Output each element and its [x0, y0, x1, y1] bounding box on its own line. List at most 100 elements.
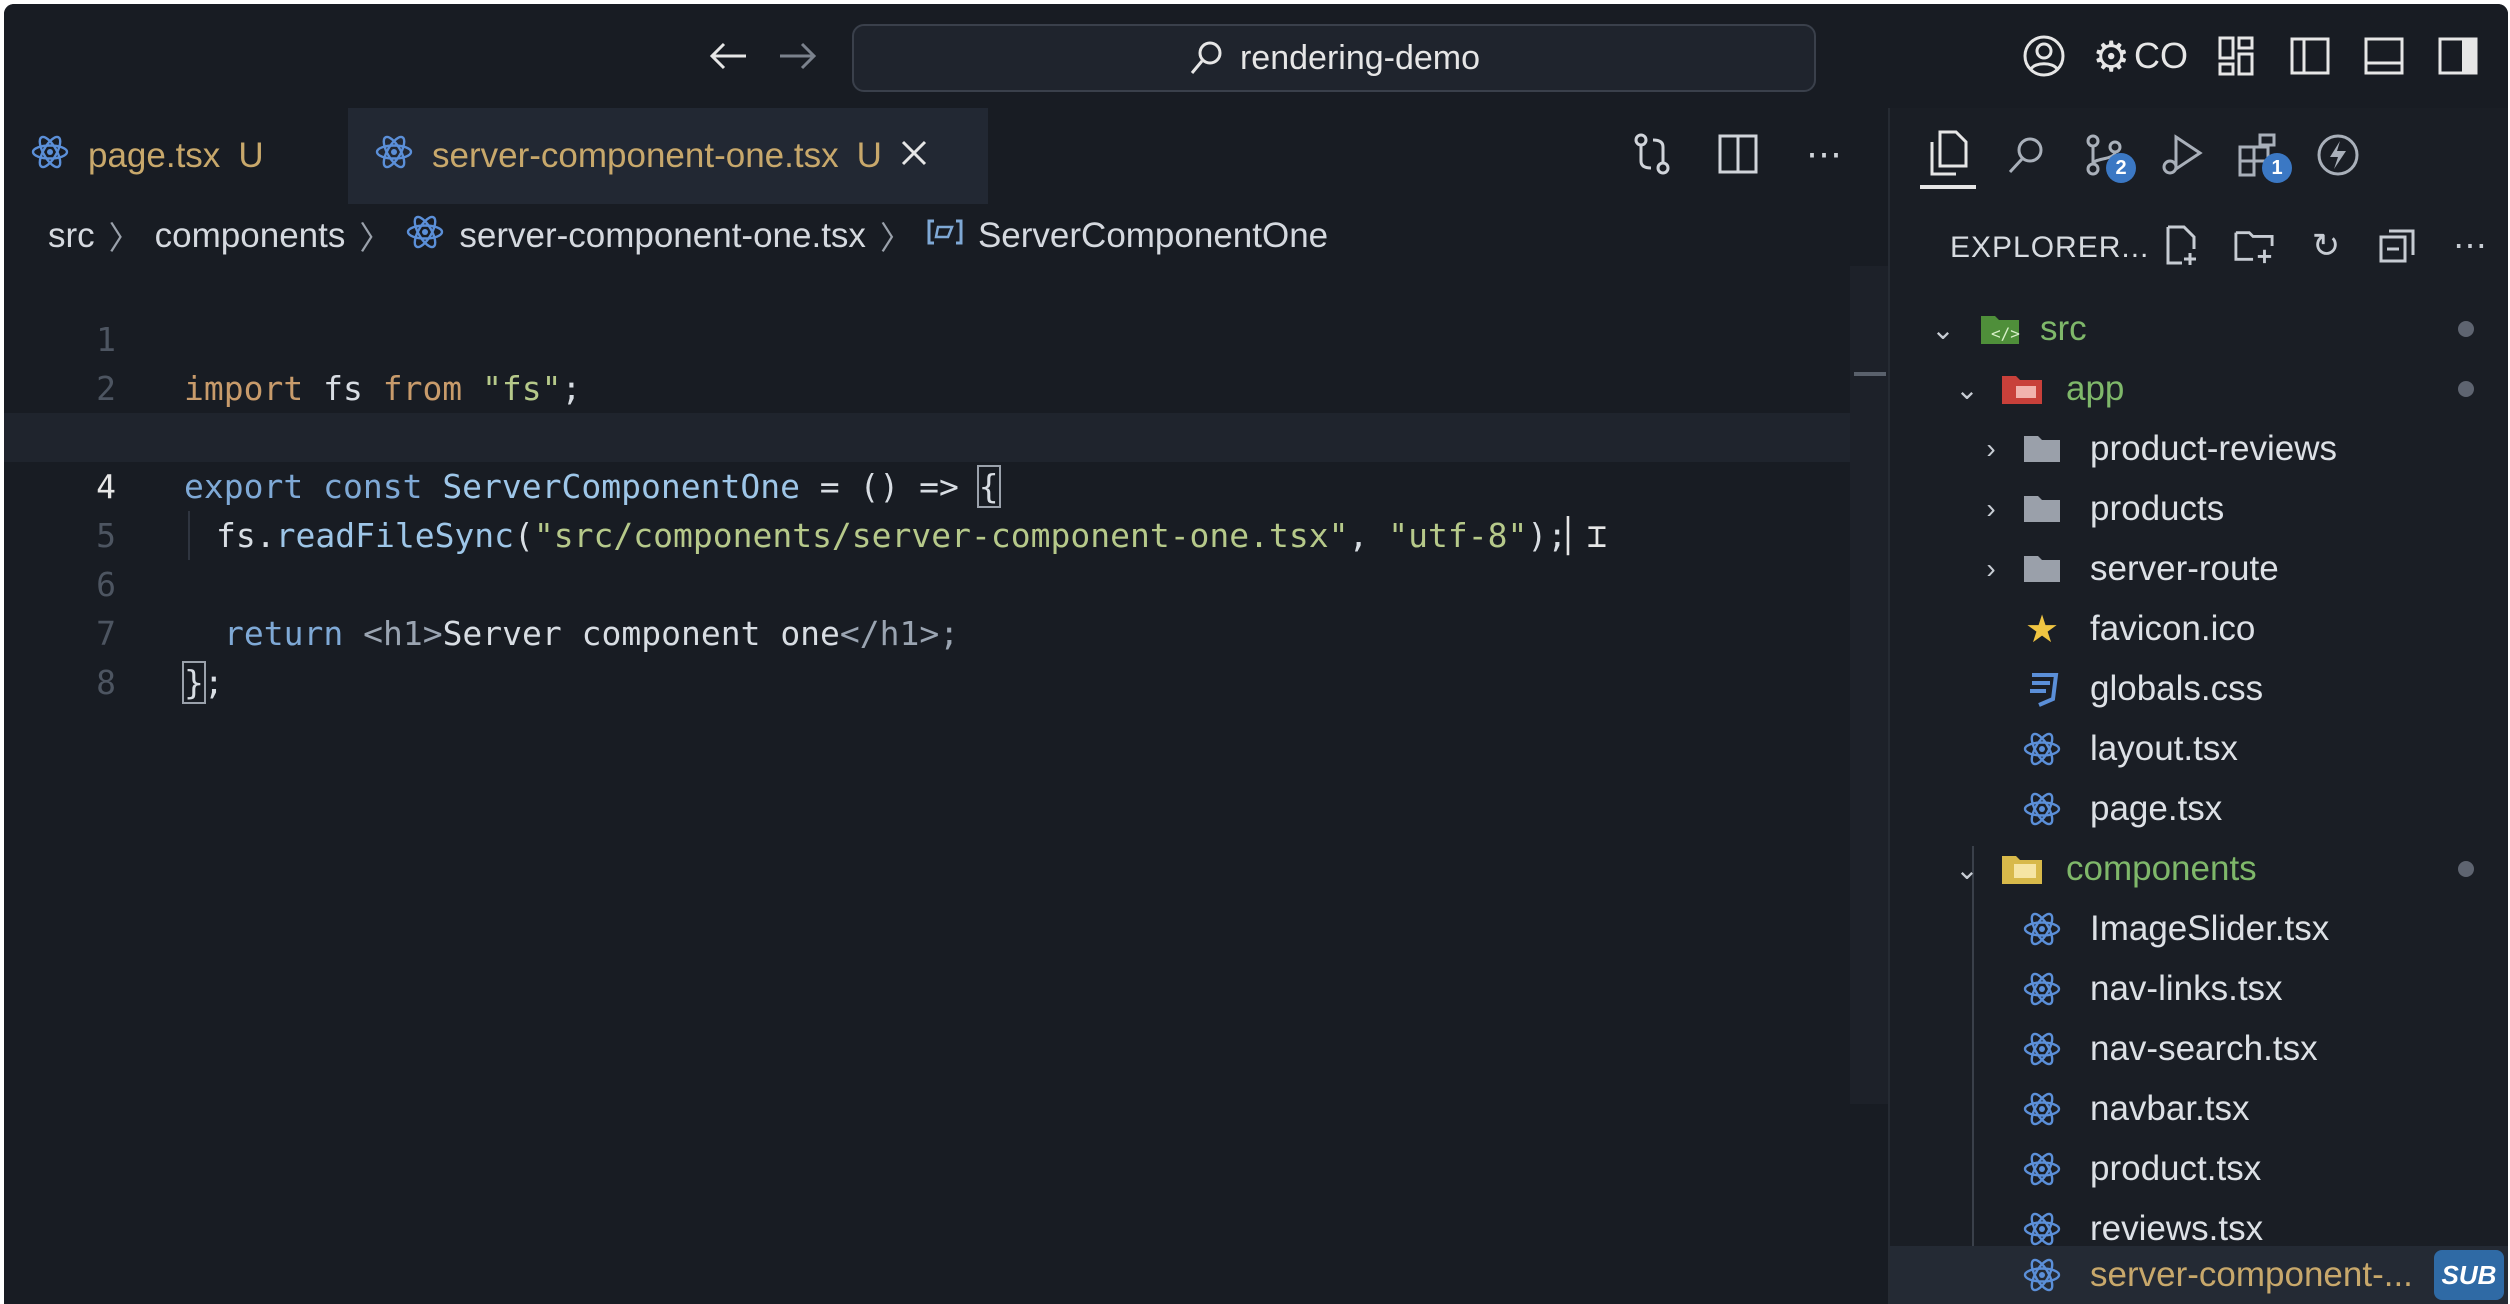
more-actions-icon[interactable]: ⋯	[2450, 222, 2490, 270]
explorer-files-icon[interactable]	[1920, 121, 1976, 189]
css-icon	[2020, 669, 2064, 709]
account-label: CO	[2134, 35, 2188, 76]
new-folder-icon[interactable]	[2234, 222, 2274, 270]
extensions-icon[interactable]: 1	[2232, 123, 2292, 187]
toggle-primary-sidebar-icon[interactable]	[2284, 26, 2336, 86]
bracket-match: }	[182, 661, 206, 704]
chevron-down-icon: ⌄	[1931, 313, 1955, 345]
folder-src-icon: </>	[1978, 309, 2022, 349]
breadcrumb-item-src[interactable]: src	[48, 216, 95, 256]
account-icon[interactable]	[2018, 26, 2070, 86]
split-editor-icon[interactable]	[1714, 126, 1762, 182]
tab-label: page.tsx	[88, 136, 221, 175]
untracked-badge: U	[856, 136, 882, 175]
untracked-badge: U	[238, 136, 264, 175]
activity-bar: 2 1	[1890, 108, 2508, 202]
tree-file-nav-search[interactable]: nav-search.tsx	[1890, 1020, 2508, 1078]
react-icon	[2020, 729, 2064, 769]
extensions-count: 1	[2262, 153, 2292, 183]
new-file-icon[interactable]	[2162, 222, 2202, 270]
svg-text:</>: </>	[1991, 324, 2020, 343]
chevron-right-icon: ›	[1986, 433, 1996, 464]
breadcrumb-item-components[interactable]: components	[155, 216, 346, 256]
editor-tabs: page.tsx U server-component-one.tsx U ⋯	[4, 108, 1888, 204]
tree-file-favicon[interactable]: ★ favicon.ico	[1890, 600, 2508, 658]
chevron-down-icon: ⌄	[1955, 853, 1979, 885]
tree-folder-components[interactable]: ⌄ components	[1890, 840, 2508, 898]
react-icon	[405, 212, 445, 261]
open-changes-icon[interactable]	[1628, 126, 1676, 182]
manage-gear-button[interactable]: ⚙ CO	[2092, 26, 2188, 86]
more-actions-icon[interactable]: ⋯	[1800, 126, 1848, 182]
chevron-right-icon: 〉	[879, 220, 912, 256]
code-line-5: 5	[4, 462, 1852, 555]
modified-dot	[2458, 381, 2474, 397]
tab-server-component-one[interactable]: server-component-one.tsx U	[348, 108, 988, 204]
folder-app-icon	[2000, 369, 2044, 409]
react-icon	[2020, 789, 2064, 829]
folder-icon	[2020, 549, 2064, 589]
command-center-search[interactable]: rendering-demo	[852, 24, 1816, 92]
editor-scrollbar[interactable]	[1850, 266, 1888, 1104]
chevron-right-icon: ›	[1986, 553, 1996, 584]
code-editor[interactable]: 1 import fs from "fs"; 2 3 export const …	[4, 266, 1888, 1304]
toggle-panel-icon[interactable]	[2358, 26, 2410, 86]
react-icon	[2020, 1209, 2064, 1249]
react-icon	[374, 132, 414, 181]
tree-folder-app[interactable]: ⌄ app	[1890, 360, 2508, 418]
code-line-3: 3 export const ServerComponentOne = () =…	[4, 364, 1852, 508]
subscribe-badge[interactable]: SUB	[2434, 1250, 2504, 1300]
tree-file-navbar[interactable]: navbar.tsx	[1890, 1080, 2508, 1138]
chevron-right-icon: 〉	[108, 220, 141, 256]
tree-file-globals-css[interactable]: globals.css	[1890, 660, 2508, 718]
tree-file-server-component-one[interactable]: server-component-... SUB	[1890, 1246, 2508, 1304]
chevron-right-icon: ›	[1986, 493, 1996, 524]
modified-dot	[2458, 321, 2474, 337]
source-control-icon[interactable]: 2	[2076, 123, 2136, 187]
breadcrumb-item-symbol[interactable]: ServerComponentOne	[978, 216, 1328, 256]
breadcrumb-item-file[interactable]: server-component-one.tsx	[459, 216, 866, 256]
refresh-icon[interactable]: ↻	[2306, 222, 2346, 270]
lightning-icon[interactable]	[2310, 123, 2366, 187]
tree-file-nav-links[interactable]: nav-links.tsx	[1890, 960, 2508, 1018]
run-debug-icon[interactable]	[2154, 123, 2210, 187]
tree-folder-src[interactable]: ⌄ </> src	[1890, 300, 2508, 358]
forward-arrow-icon[interactable]	[768, 26, 828, 86]
gear-icon: ⚙	[2092, 32, 2130, 80]
tree-file-product[interactable]: product.tsx	[1890, 1140, 2508, 1198]
tree-file-page[interactable]: page.tsx	[1890, 780, 2508, 838]
modified-dot	[2458, 861, 2474, 877]
tab-page-tsx[interactable]: page.tsx U	[4, 108, 348, 204]
close-icon[interactable]	[900, 136, 928, 176]
title-bar: rendering-demo ⚙ CO	[4, 4, 2508, 108]
react-icon	[2020, 909, 2064, 949]
tree-folder-server-route[interactable]: › server-route	[1890, 540, 2508, 598]
toggle-secondary-sidebar-icon[interactable]	[2432, 26, 2484, 86]
code-line-8: 8	[4, 609, 1852, 702]
react-icon	[2020, 1255, 2064, 1295]
react-icon	[2020, 1089, 2064, 1129]
tree-folder-product-reviews[interactable]: › product-reviews	[1890, 420, 2508, 478]
search-icon	[1190, 41, 1222, 74]
scrollbar-thumb[interactable]	[1854, 372, 1886, 376]
react-icon	[30, 132, 70, 181]
search-icon[interactable]	[1998, 123, 2054, 187]
back-arrow-icon[interactable]	[698, 26, 758, 86]
star-icon: ★	[2024, 608, 2060, 651]
tree-file-layout[interactable]: layout.tsx	[1890, 720, 2508, 778]
collapse-all-icon[interactable]	[2378, 222, 2418, 270]
explorer-title: EXPLORER...	[1950, 231, 2150, 264]
folder-icon	[2020, 489, 2064, 529]
react-icon	[2020, 1029, 2064, 1069]
code-line-6: 6 return <h1>Server component one</h1>;	[4, 511, 1852, 653]
tree-folder-products[interactable]: › products	[1890, 480, 2508, 538]
code-line-4: 4 fs.readFileSync("src/components/server…	[4, 413, 1852, 555]
react-icon	[2020, 969, 2064, 1009]
react-icon	[2020, 1149, 2064, 1189]
code-line-7: 7 };	[4, 560, 1852, 704]
folder-components-icon	[2000, 849, 2044, 889]
customize-layout-icon[interactable]	[2210, 26, 2262, 86]
folder-icon	[2020, 429, 2064, 469]
tree-file-imageslider[interactable]: ImageSlider.tsx	[1890, 900, 2508, 958]
vscode-window: rendering-demo ⚙ CO page.tsx U server-co…	[4, 4, 2508, 1304]
